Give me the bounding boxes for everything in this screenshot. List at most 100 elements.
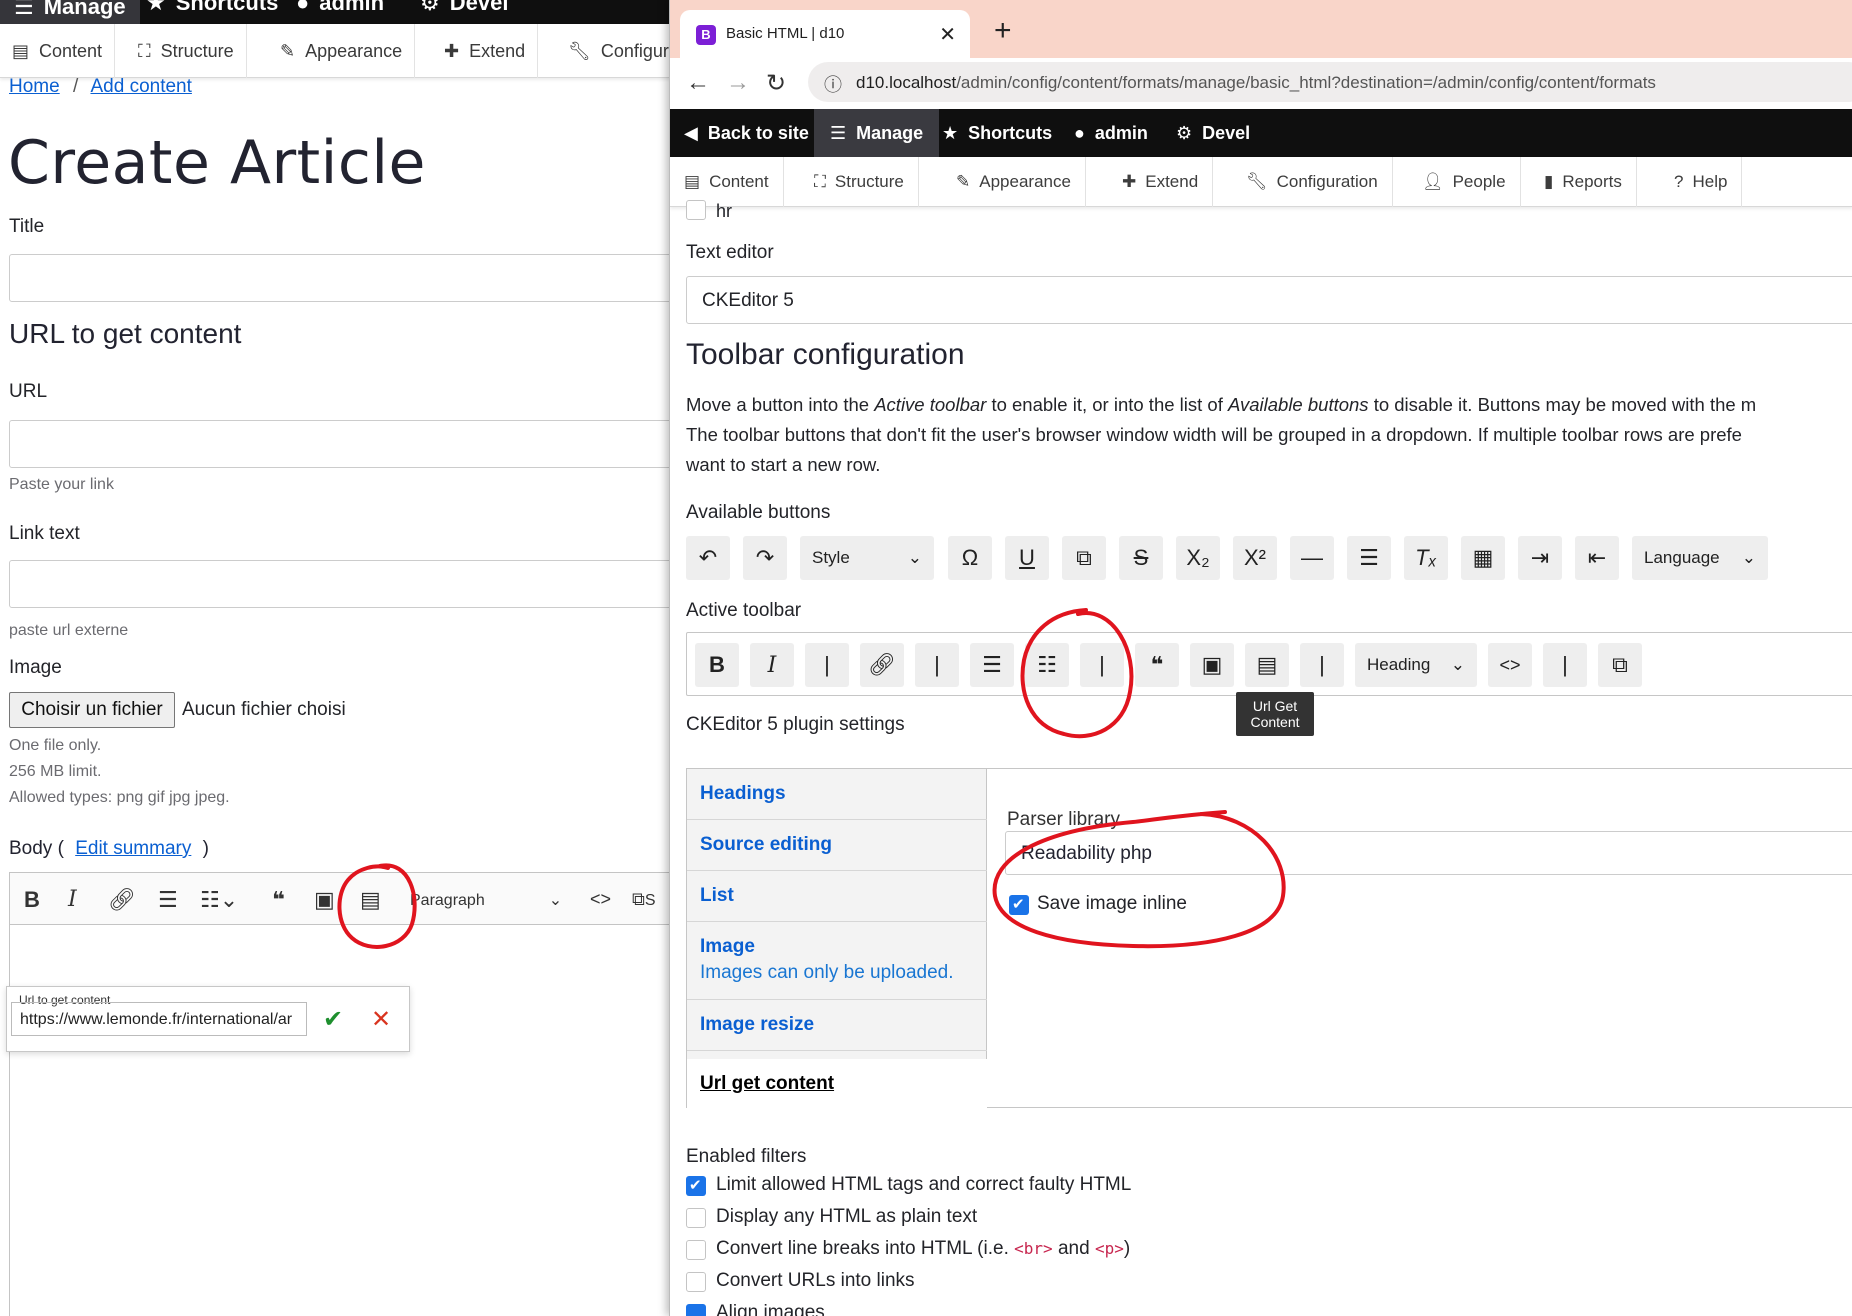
filter-checkbox-2[interactable]: [686, 1240, 706, 1260]
cancel-x-icon[interactable]: ✕: [371, 1005, 391, 1034]
link-icon[interactable]: 🔗︎: [860, 643, 904, 687]
breadcrumb-home-link[interactable]: Home: [9, 76, 60, 97]
vtab-image[interactable]: Image Images can only be uploaded.: [687, 922, 987, 1000]
left-tab-extend[interactable]: ✚ Extend: [432, 24, 539, 78]
devel-button[interactable]: ⚙ Devel: [1176, 109, 1250, 157]
source-icon[interactable]: <>: [1488, 643, 1532, 687]
text-editor-select[interactable]: CKEditor 5: [686, 276, 1852, 324]
link-icon[interactable]: 🔗︎: [108, 887, 136, 913]
left-tab-content[interactable]: ▤ Content: [0, 24, 116, 78]
body-editor[interactable]: B I 🔗︎ ☰ ☷⌄ ❝ ▣ ▤ Paragraph ⌄ <> ⧉S: [9, 872, 680, 1316]
link-text-input[interactable]: [9, 560, 680, 608]
left-tab-configuration[interactable]: 🔧︎ Configur: [556, 24, 680, 78]
left-manage-button[interactable]: ☰ Manage: [0, 0, 140, 24]
tab-reports[interactable]: ▮ Reports: [1530, 157, 1637, 207]
url-get-content-icon[interactable]: ▤: [1245, 643, 1289, 687]
plugin-settings-label: CKEditor 5 plugin settings: [686, 714, 905, 735]
italic-icon[interactable]: I: [750, 643, 794, 687]
remove-format-icon[interactable]: Tₓ: [1404, 536, 1448, 580]
filter-checkbox-3[interactable]: [686, 1272, 706, 1292]
paragraph-dropdown[interactable]: Paragraph ⌄: [410, 890, 562, 910]
vtab-source-editing[interactable]: Source editing: [687, 820, 987, 871]
bold-icon[interactable]: B: [24, 887, 40, 913]
horizontal-line-icon[interactable]: —: [1290, 536, 1334, 580]
vtab-list[interactable]: List: [687, 871, 987, 922]
forward-arrow-icon[interactable]: →: [726, 69, 750, 97]
style-dropdown[interactable]: Style ⌄: [800, 536, 934, 580]
tab-extend[interactable]: ✚ Extend: [1108, 157, 1214, 207]
close-icon[interactable]: ✕: [939, 22, 956, 47]
url-get-content-icon[interactable]: ▤: [360, 887, 381, 913]
source-editing-icon[interactable]: ⧉: [1598, 643, 1642, 687]
tab-structure[interactable]: ⛶ Structure: [800, 157, 919, 207]
undo-icon[interactable]: ↶: [686, 536, 730, 580]
back-arrow-icon[interactable]: ←: [686, 69, 710, 97]
save-image-inline-checkbox[interactable]: ✔: [1009, 895, 1029, 915]
admin-user-button[interactable]: ● admin: [1074, 109, 1148, 157]
menu-icon: ☰: [14, 0, 34, 19]
bulleted-list-icon[interactable]: ☰: [158, 887, 178, 913]
strikethrough-icon[interactable]: S: [1119, 536, 1163, 580]
redo-icon[interactable]: ↷: [743, 536, 787, 580]
subscript-icon[interactable]: X₂: [1176, 536, 1220, 580]
vtab-image-resize[interactable]: Image resize: [687, 1000, 987, 1051]
bold-icon[interactable]: B: [695, 643, 739, 687]
left-devel-button[interactable]: ⚙ Devel: [420, 0, 508, 16]
parser-library-select[interactable]: Readability php: [1005, 831, 1852, 875]
left-admin-button[interactable]: ● admin: [296, 0, 384, 16]
choose-file-button[interactable]: Choisir un fichier: [9, 692, 175, 728]
title-input[interactable]: [9, 254, 680, 302]
edit-summary-link[interactable]: Edit summary: [75, 838, 191, 859]
tab-configuration[interactable]: 🔧︎ Configuration: [1232, 157, 1393, 207]
shortcuts-button[interactable]: ★ Shortcuts: [942, 109, 1052, 157]
divider-icon[interactable]: |: [1543, 643, 1587, 687]
outdent-icon[interactable]: ⇤: [1575, 536, 1619, 580]
language-dropdown[interactable]: Language ⌄: [1632, 536, 1768, 580]
divider-icon[interactable]: |: [805, 643, 849, 687]
source-editing-icon[interactable]: ⧉S: [632, 889, 656, 910]
reload-icon[interactable]: ↻: [766, 69, 786, 98]
breadcrumb-add-content-link[interactable]: Add content: [90, 76, 191, 97]
popup-url-input[interactable]: https://www.lemonde.fr/international/ar: [11, 1002, 307, 1036]
admin-toolbar: ◀ Back to site ☰ Manage ★ Shortcuts ● admin …: [670, 109, 1852, 157]
vtab-headings[interactable]: Headings: [687, 769, 987, 820]
alignment-icon[interactable]: ☰: [1347, 536, 1391, 580]
divider-icon[interactable]: |: [1300, 643, 1344, 687]
numbered-list-icon[interactable]: ☷: [1025, 643, 1069, 687]
divider-icon[interactable]: |: [1080, 643, 1124, 687]
hr-checkbox[interactable]: [686, 200, 706, 220]
browser-tab[interactable]: B Basic HTML | d10 ✕: [680, 10, 970, 58]
image-icon[interactable]: ▣: [314, 887, 335, 913]
tab-appearance[interactable]: ✎ Appearance: [942, 157, 1086, 207]
divider-icon[interactable]: |: [915, 643, 959, 687]
bulleted-list-icon[interactable]: ☰: [970, 643, 1014, 687]
confirm-check-icon[interactable]: ✔: [323, 1005, 343, 1034]
source-icon[interactable]: <>: [590, 889, 611, 910]
underline-icon[interactable]: U: [1005, 536, 1049, 580]
back-to-site-button[interactable]: ◀ Back to site: [684, 109, 809, 157]
tab-help[interactable]: ? Help: [1660, 157, 1743, 207]
new-tab-icon[interactable]: +: [994, 14, 1012, 48]
image-icon[interactable]: ▣: [1190, 643, 1234, 687]
filter-checkbox-1[interactable]: [686, 1208, 706, 1228]
superscript-icon[interactable]: X²: [1233, 536, 1277, 580]
italic-icon[interactable]: I: [68, 887, 77, 912]
filter-checkbox-0[interactable]: ✔: [686, 1176, 706, 1196]
tab-people[interactable]: 👤︎ People: [1408, 157, 1521, 207]
code-block-icon[interactable]: ⧉: [1062, 536, 1106, 580]
left-shortcuts-button[interactable]: ★ Shortcuts: [146, 0, 278, 16]
filter-checkbox-4[interactable]: [686, 1304, 706, 1316]
table-icon[interactable]: ▦: [1461, 536, 1505, 580]
indent-icon[interactable]: ⇥: [1518, 536, 1562, 580]
numbered-list-icon[interactable]: ☷⌄: [200, 887, 238, 913]
left-tab-appearance[interactable]: ✎ Appearance: [268, 24, 416, 78]
blockquote-icon[interactable]: ❝: [1135, 643, 1179, 687]
special-characters-icon[interactable]: Ω: [948, 536, 992, 580]
left-tab-structure[interactable]: ⛶ Structure: [126, 24, 247, 78]
address-bar[interactable]: ⓘ d10.localhost/admin/config/content/for…: [808, 62, 1852, 102]
heading-dropdown[interactable]: Heading ⌄: [1355, 643, 1477, 687]
vtab-url-get-content[interactable]: Url get content: [687, 1059, 987, 1109]
manage-button[interactable]: ☰ Manage: [814, 109, 940, 157]
url-input[interactable]: [9, 420, 680, 468]
blockquote-icon[interactable]: ❝: [272, 887, 285, 913]
